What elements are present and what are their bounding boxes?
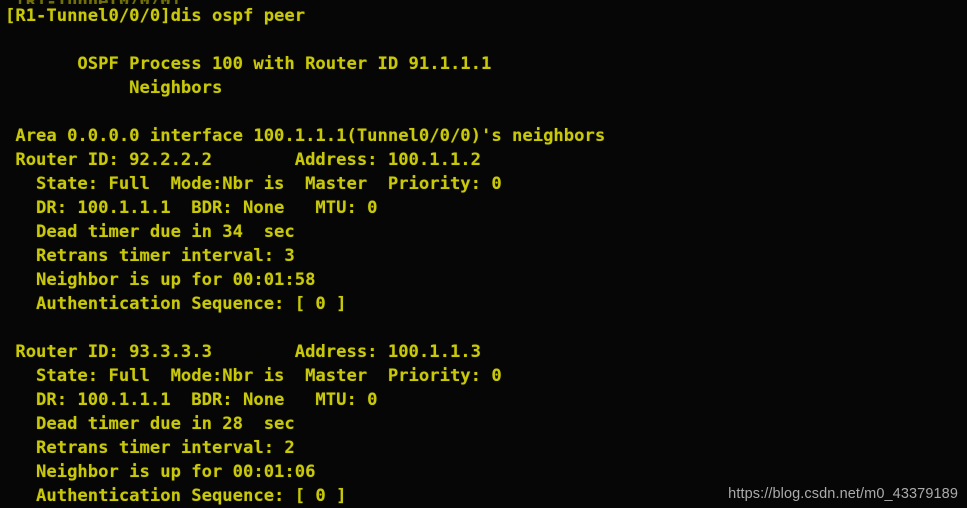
neighbor-1-dr-bdr-mtu-line: DR: 100.1.1.1 BDR: None MTU: 0 (5, 198, 378, 218)
neighbor-1-router-id-line: Router ID: 92.2.2.2 Address: 100.1.1.2 (5, 150, 481, 170)
neighbor-2-state-line: State: Full Mode:Nbr is Master Priority:… (5, 366, 502, 386)
neighbor-1-retrans-timer-line: Retrans timer interval: 3 (5, 246, 295, 266)
terminal-screen: [R1-Tunnel0/0/0] [R1-Tunnel0/0/0]dis osp… (0, 0, 967, 508)
neighbor-2-dr-bdr-mtu-line: DR: 100.1.1.1 BDR: None MTU: 0 (5, 390, 378, 410)
neighbor-1-dead-timer-line: Dead timer due in 34 sec (5, 222, 295, 242)
neighbor-1-state-line: State: Full Mode:Nbr is Master Priority:… (5, 174, 502, 194)
neighbor-2-dead-timer-line: Dead timer due in 28 sec (5, 414, 295, 434)
neighbor-2-router-id-line: Router ID: 93.3.3.3 Address: 100.1.1.3 (5, 342, 481, 362)
neighbor-2-retrans-timer-line: Retrans timer interval: 2 (5, 438, 295, 458)
ospf-process-header-line: OSPF Process 100 with Router ID 91.1.1.1 (5, 54, 492, 74)
area-interface-line: Area 0.0.0.0 interface 100.1.1.1(Tunnel0… (5, 126, 606, 146)
neighbor-1-auth-sequence-line: Authentication Sequence: [ 0 ] (5, 294, 347, 314)
command-prompt-line[interactable]: [R1-Tunnel0/0/0]dis ospf peer (0, 4, 967, 28)
terminal-output-area[interactable]: [R1-Tunnel0/0/0] [R1-Tunnel0/0/0]dis osp… (0, 0, 967, 508)
neighbors-section-title-line: Neighbors (5, 78, 223, 98)
neighbor-2-uptime-line: Neighbor is up for 00:01:06 (5, 462, 316, 482)
source-watermark: https://blog.csdn.net/m0_43379189 (728, 486, 958, 502)
neighbor-1-uptime-line: Neighbor is up for 00:01:58 (5, 270, 316, 290)
clipped-previous-line: [R1-Tunnel0/0/0] (0, 0, 967, 4)
